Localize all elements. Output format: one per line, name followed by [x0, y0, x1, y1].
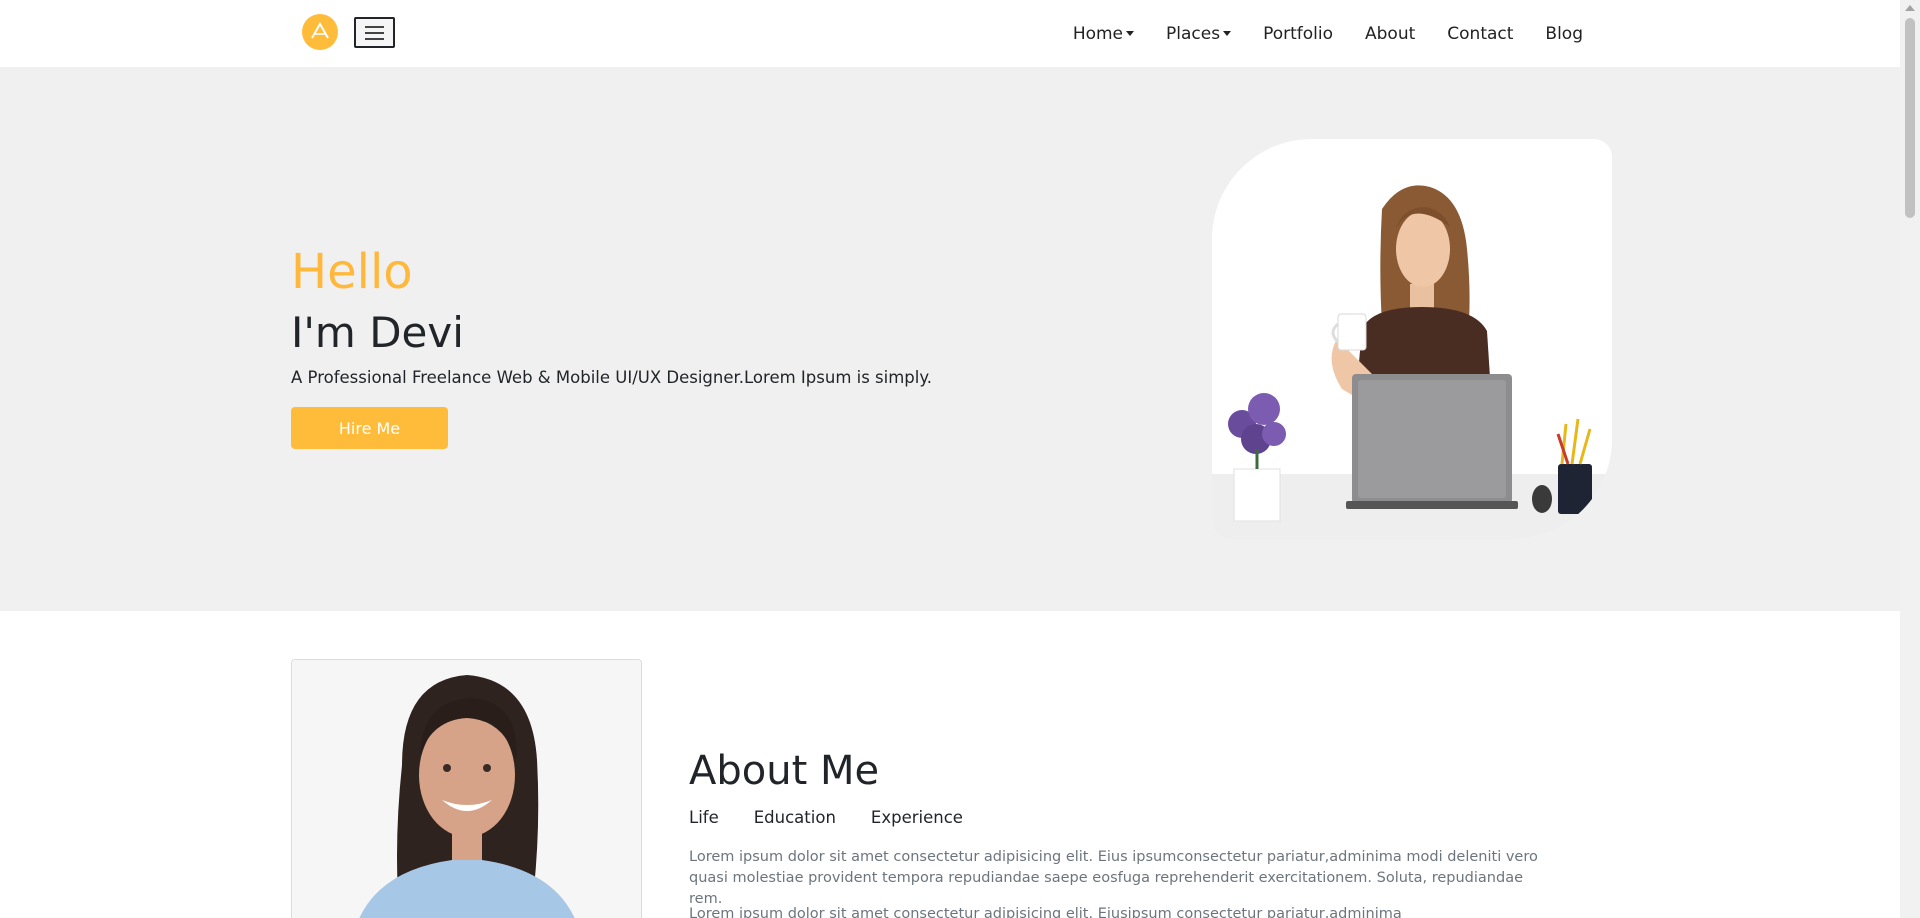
nav-item-label: Home: [1072, 23, 1124, 44]
page-scrollbar[interactable]: [1900, 0, 1920, 918]
caret-down-icon: [1126, 31, 1135, 36]
tab-education[interactable]: Education: [754, 808, 836, 827]
hero-name: I'm Devi: [291, 308, 464, 357]
portrait-illustration: [292, 660, 641, 918]
about-tabs: Life Education Experience: [689, 808, 998, 827]
scroll-up-icon[interactable]: [1905, 5, 1915, 11]
hero-greeting: Hello: [291, 244, 413, 300]
nav-item-places[interactable]: Places: [1166, 23, 1232, 44]
hero-section: Hello I'm Devi A Professional Freelance …: [0, 67, 1900, 611]
about-title: About Me: [689, 748, 880, 794]
nav-item-label: Blog: [1545, 23, 1583, 44]
nav-item-label: Contact: [1447, 23, 1514, 44]
about-paragraph: Lorem ipsum dolor sit amet consectetur a…: [689, 849, 1538, 907]
hero-description: A Professional Freelance Web & Mobile UI…: [291, 368, 933, 387]
tab-life[interactable]: Life: [689, 808, 719, 827]
hero-image: [1212, 139, 1612, 539]
nav-item-contact[interactable]: Contact: [1447, 24, 1513, 44]
scrollbar-thumb[interactable]: [1905, 18, 1915, 218]
hamburger-line: [365, 38, 384, 40]
nav-item-label: Places: [1166, 23, 1221, 44]
navbar: Home Places Portfolio About Contact Blog: [0, 0, 1900, 67]
tab-experience[interactable]: Experience: [871, 808, 963, 827]
hamburger-menu-icon: [365, 26, 384, 28]
nav-links: Home Places Portfolio About Contact Blog: [1041, 0, 1583, 67]
hamburger-line: [365, 32, 384, 34]
nav-item-portfolio[interactable]: Portfolio: [1263, 24, 1333, 44]
nav-item-label: About: [1365, 23, 1416, 44]
logo-a-icon: [311, 21, 329, 39]
nav-item-label: Portfolio: [1263, 23, 1334, 44]
nav-item-blog[interactable]: Blog: [1545, 24, 1583, 44]
menu-toggle-button[interactable]: [354, 17, 395, 48]
nav-item-home[interactable]: Home: [1072, 23, 1135, 44]
about-photo: [291, 659, 642, 918]
about-paragraph: Lorem ipsum dolor sit amet consectetur a…: [689, 906, 1402, 918]
woman-laptop-illustration: [1212, 185, 1612, 539]
caret-down-icon: [1223, 31, 1232, 36]
brand-logo[interactable]: [302, 14, 338, 50]
nav-item-about[interactable]: About: [1365, 24, 1415, 44]
hire-me-button[interactable]: Hire Me: [291, 407, 448, 449]
